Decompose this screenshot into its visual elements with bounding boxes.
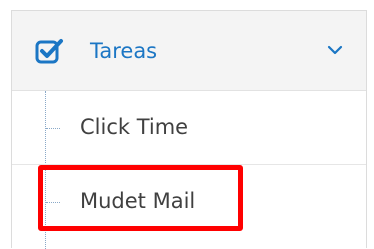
menu-section-tareas[interactable]: Tareas bbox=[12, 11, 366, 91]
highlight-box bbox=[38, 165, 243, 231]
checkbox-icon bbox=[35, 39, 63, 64]
menu-item-label: Click Time bbox=[80, 115, 189, 139]
menu-section-label: Tareas bbox=[90, 39, 158, 63]
screenshot-frame: Tareas Click Time Mudet Mail bbox=[0, 0, 374, 249]
chevron-down-icon[interactable] bbox=[326, 41, 344, 59]
menu-item-click-time[interactable]: Click Time bbox=[12, 91, 366, 165]
tree-branch bbox=[46, 128, 60, 129]
